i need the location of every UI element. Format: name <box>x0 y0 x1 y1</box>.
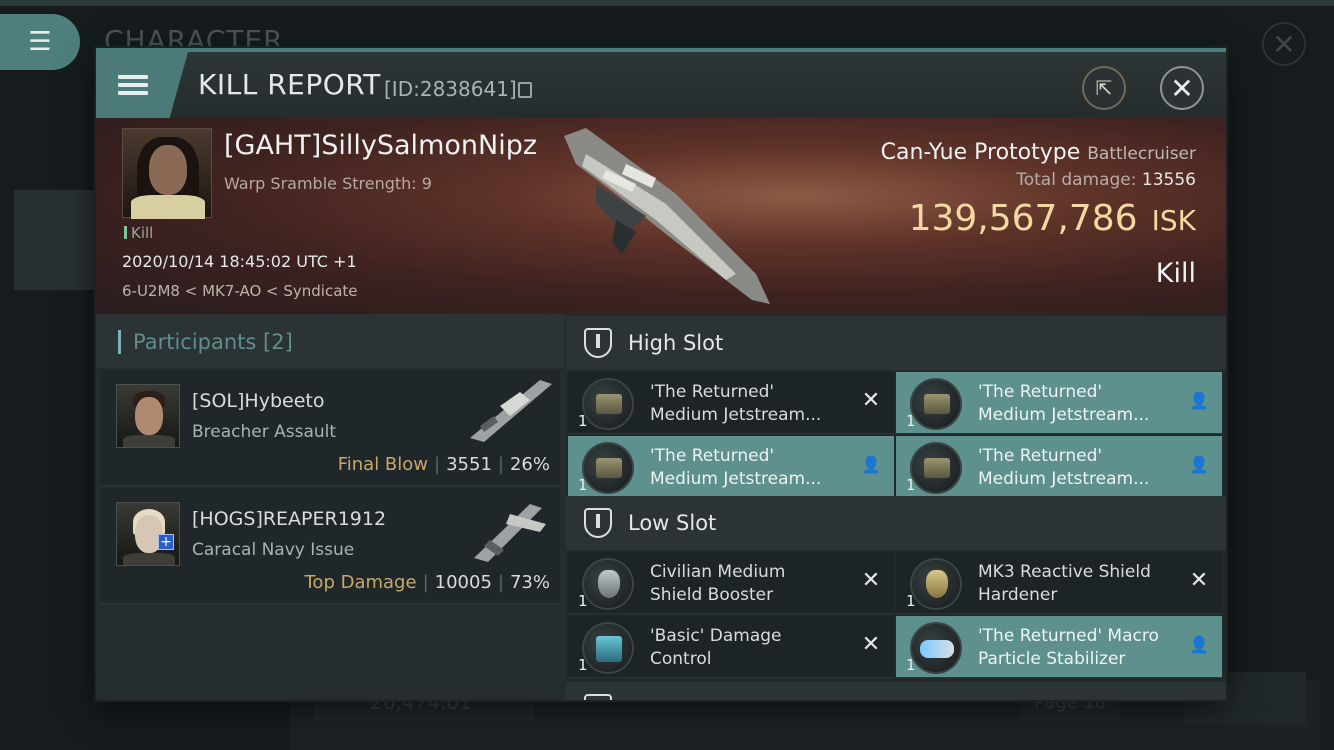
participant-name: [HOGS]REAPER1912 <box>192 508 387 530</box>
participants-panel: Participants [2] [SOL]Hybeeto Breacher A… <box>96 314 564 700</box>
participants-title: Participants [2] <box>118 330 293 354</box>
victim-name[interactable]: [GAHT]SillySalmonNipz <box>224 130 537 161</box>
participant-ship-image <box>474 504 546 562</box>
dropped-icon: 👤 <box>1189 455 1209 474</box>
kill-id: [ID:2838641] <box>384 77 517 101</box>
background-close-button[interactable]: ✕ <box>1262 22 1306 66</box>
dropped-icon: 👤 <box>861 455 881 474</box>
kill-location: 6-U2M8 < MK7-AO < Syndicate <box>122 282 358 300</box>
participant-name: [SOL]Hybeeto <box>192 390 325 412</box>
shield-hardener-icon <box>910 558 962 610</box>
high-slot-header: High Slot <box>566 316 1226 370</box>
stabilizer-icon <box>910 622 962 674</box>
module-item[interactable]: 1 'The Returned' Medium Jetstream... 👤 <box>568 436 894 498</box>
module-quantity: 1 <box>578 656 588 674</box>
modal-menu-button[interactable] <box>96 52 188 118</box>
participant-ship-image <box>470 380 552 442</box>
plus-icon: + <box>158 534 174 550</box>
background-sidebar <box>14 82 100 402</box>
turret-icon <box>910 378 962 430</box>
module-item[interactable]: 1 'Basic' Damage Control ✕ <box>568 616 894 678</box>
menu-icon <box>118 71 148 99</box>
menu-icon: ☰ <box>28 27 52 57</box>
fitting-panel: High Slot 1 'The Returned' Medium Jetstre… <box>566 314 1226 700</box>
isk-value: 139,567,786 ISK <box>908 198 1196 239</box>
module-name: Civilian Medium Shield Booster <box>650 562 786 605</box>
slot-icon <box>584 694 612 700</box>
close-icon: ✕ <box>1170 71 1194 105</box>
sidebar-combat-icon[interactable] <box>14 190 100 290</box>
module-quantity: 1 <box>578 592 588 610</box>
module-item[interactable]: 1 Civilian Medium Shield Booster ✕ <box>568 552 894 614</box>
victim-ship-image <box>564 128 770 304</box>
participant-avatar[interactable] <box>116 384 180 448</box>
modal-header: KILL REPORT [ID:2838641] ⇱ ✕ <box>96 52 1226 118</box>
main-menu-button[interactable]: ☰ <box>0 14 80 70</box>
turret-icon <box>910 442 962 494</box>
module-quantity: 1 <box>906 592 916 610</box>
module-quantity: 1 <box>906 656 916 674</box>
participant-stats: Final Blow | 3551 | 26% <box>337 454 550 475</box>
module-quantity: 1 <box>906 412 916 430</box>
module-item[interactable]: 1 'The Returned' Macro Particle Stabilize… <box>896 616 1222 678</box>
top-bar <box>0 0 1334 6</box>
participant-ship: Breacher Assault <box>192 422 337 442</box>
low-slot-header: Low Slot <box>566 496 1226 550</box>
share-button[interactable]: ⇱ <box>1082 66 1126 110</box>
module-quantity: 1 <box>578 476 588 494</box>
high-slot-title: High Slot <box>628 331 724 355</box>
module-quantity: 1 <box>906 476 916 494</box>
victim-banner: Kill [GAHT]SillySalmonNipz Warp Sramble … <box>96 118 1226 314</box>
sidebar-list-icon[interactable] <box>14 82 100 182</box>
module-name: MK3 Reactive Shield Hardener <box>978 562 1151 605</box>
close-button[interactable]: ✕ <box>1160 66 1204 110</box>
kill-result: Kill <box>1155 258 1196 289</box>
external-link-icon: ⇱ <box>1095 76 1113 100</box>
participant-ship: Caracal Navy Issue <box>192 540 355 560</box>
low-slot-icon <box>584 508 612 538</box>
sidebar-star-icon[interactable] <box>14 298 100 398</box>
shield-booster-icon <box>582 558 634 610</box>
next-slot-header <box>566 682 1226 700</box>
kill-tag: Kill <box>124 224 153 242</box>
destroyed-icon: ✕ <box>1189 568 1209 593</box>
participant-row[interactable]: + [HOGS]REAPER1912 Caracal Navy Issue To… <box>100 488 560 604</box>
module-name: 'The Returned' Medium Jetstream... <box>650 382 822 425</box>
kill-report-modal: KILL REPORT [ID:2838641] ⇱ ✕ Kill [GAHT]… <box>96 48 1226 700</box>
dropped-icon: 👤 <box>1189 635 1209 654</box>
module-name: 'Basic' Damage Control <box>650 626 782 669</box>
page-title: KILL REPORT <box>198 68 381 101</box>
copy-icon[interactable] <box>518 82 532 98</box>
participant-stats: Top Damage | 10005 | 73% <box>304 572 551 593</box>
dropped-icon: 👤 <box>1189 391 1209 410</box>
module-item[interactable]: 1 MK3 Reactive Shield Hardener ✕ <box>896 552 1222 614</box>
low-slot-title: Low Slot <box>628 511 717 535</box>
participants-header: Participants [2] <box>96 314 564 368</box>
turret-icon <box>582 378 634 430</box>
victim-portrait[interactable] <box>122 128 212 219</box>
kill-datetime: 2020/10/14 18:45:02 UTC +1 <box>122 252 357 271</box>
victim-subtitle: Warp Sramble Strength: 9 <box>224 174 432 193</box>
module-item[interactable]: 1 'The Returned' Medium Jetstream... ✕ <box>568 372 894 434</box>
destroyed-icon: ✕ <box>861 632 881 657</box>
destroyed-icon: ✕ <box>861 568 881 593</box>
participant-row[interactable]: [SOL]Hybeeto Breacher Assault Final Blow… <box>100 370 560 486</box>
damage-control-icon <box>582 622 634 674</box>
module-name: 'The Returned' Medium Jetstream... <box>978 446 1150 489</box>
turret-icon <box>582 442 634 494</box>
module-item[interactable]: 1 'The Returned' Medium Jetstream... 👤 <box>896 436 1222 498</box>
high-slot-icon <box>584 328 612 358</box>
module-name: 'The Returned' Macro Particle Stabilizer <box>978 626 1159 669</box>
victim-ship-name[interactable]: Can-Yue Prototype Battlecruiser <box>881 140 1196 165</box>
module-name: 'The Returned' Medium Jetstream... <box>978 382 1150 425</box>
module-item[interactable]: 1 'The Returned' Medium Jetstream... 👤 <box>896 372 1222 434</box>
module-name: 'The Returned' Medium Jetstream... <box>650 446 822 489</box>
destroyed-icon: ✕ <box>861 388 881 413</box>
total-damage: Total damage: 13556 <box>1016 170 1196 190</box>
module-quantity: 1 <box>578 412 588 430</box>
